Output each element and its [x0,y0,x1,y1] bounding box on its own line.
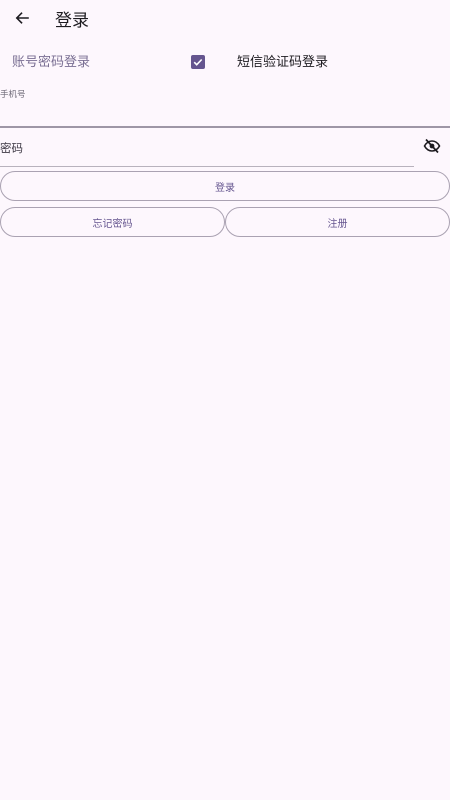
register-button[interactable]: 注册 [225,207,450,237]
phone-label: 手机号 [0,90,26,100]
eye-off-icon [423,137,441,159]
check-icon [192,53,204,72]
password-underline [0,166,414,167]
page-title: 登录 [55,11,89,31]
back-button[interactable] [8,6,36,34]
app-bar: 登录 [0,0,450,42]
sms-code-login-option[interactable]: 短信验证码登录 [237,54,328,72]
phone-input[interactable]: 手机号 [0,84,450,128]
forgot-password-button[interactable]: 忘记密码 [0,207,225,237]
login-button[interactable]: 登录 [0,171,450,201]
login-mode-row: 账号密码登录 短信验证码登录 [0,50,450,76]
arrow-left-icon [14,10,30,30]
account-password-login-option[interactable]: 账号密码登录 [12,54,90,72]
password-input[interactable]: 密码 [0,140,23,156]
password-field: 密码 [0,134,450,168]
password-visibility-toggle[interactable] [421,137,443,159]
sms-login-checkbox[interactable] [191,55,205,69]
